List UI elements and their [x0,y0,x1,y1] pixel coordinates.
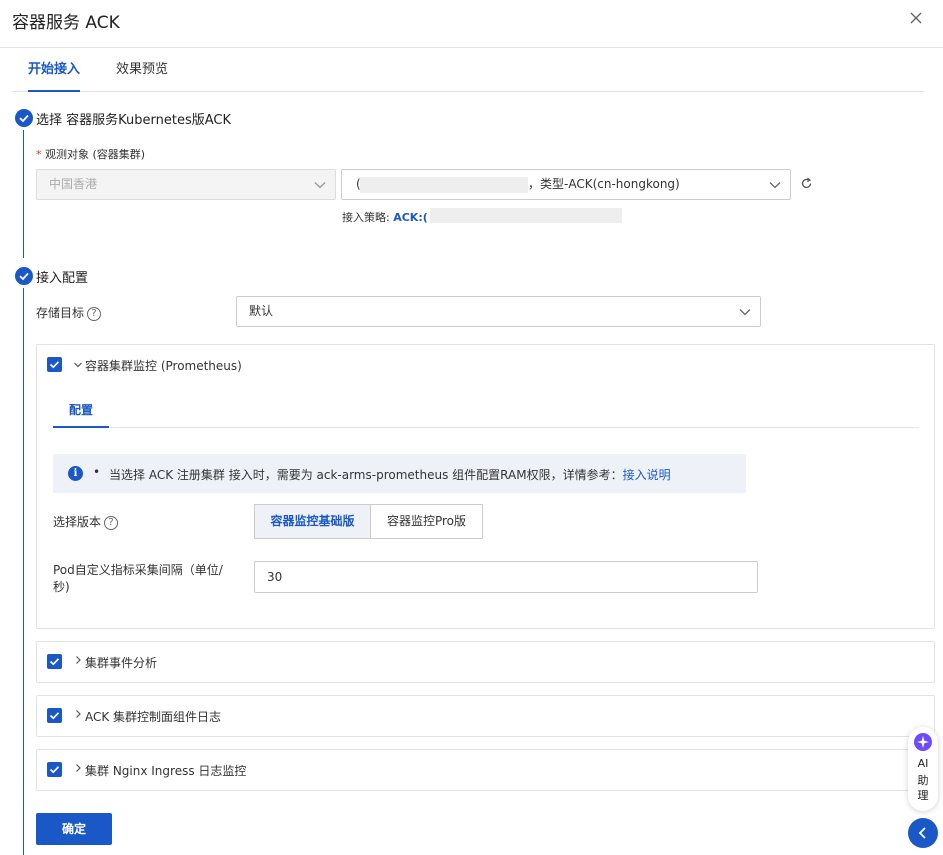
chevron-right-icon[interactable] [73,655,83,665]
dialog-title: 容器服务 ACK [12,13,120,33]
version-label-text: 选择版本 [53,515,102,529]
chevron-down-icon [739,309,751,316]
notice-body: 当选择 ACK 注册集群 接入时，需要为 ack-arms-prometheus… [109,468,623,482]
cluster-field-label-text: 观测对象 (容器集群) [45,148,146,161]
ai-label-line3: 理 [917,789,929,802]
policy-label: 接入策略: [342,211,390,224]
collapse-panel-button[interactable] [908,818,938,848]
ram-notice: i • 当选择 ACK 注册集群 接入时，需要为 ack-arms-promet… [53,454,746,493]
required-mark: * [36,148,42,161]
help-icon[interactable]: ? [87,306,102,321]
policy-link[interactable]: ACK:( [393,211,428,224]
event-analysis-checkbox[interactable] [47,654,62,669]
region-select-value: 中国香港 [49,177,98,191]
storage-target-label-text: 存储目标 [36,306,85,320]
chevron-down-icon[interactable] [73,360,83,370]
tab-start-access[interactable]: 开始接入 [28,48,81,92]
help-icon[interactable]: ? [104,515,119,530]
tab-bar: 开始接入 效果预览 [12,48,924,92]
ai-assistant-icon [914,733,932,751]
ai-assistant-widget[interactable]: AI 助 理 [908,727,938,811]
interval-label-line2: 秒) [53,580,70,594]
interval-input[interactable]: 30 [254,561,758,593]
step-2-check-icon [15,267,33,285]
prometheus-inner-tabs: 配置 [53,392,919,428]
chevron-right-icon[interactable] [73,709,83,719]
chevron-right-icon[interactable] [73,763,83,773]
notice-text: 当选择 ACK 注册集群 接入时，需要为 ack-arms-prometheus… [109,466,671,483]
tab-config[interactable]: 配置 [53,392,109,428]
nginx-ingress-checkbox[interactable] [47,762,62,777]
section-event-analysis [36,641,935,683]
prometheus-checkbox[interactable] [47,357,62,372]
tab-preview[interactable]: 效果预览 [116,48,168,91]
version-basic-option[interactable]: 容器监控基础版 [254,504,371,539]
step-1-connector [23,130,24,258]
storage-target-select[interactable]: 默认 [236,296,761,327]
storage-target-value: 默认 [249,304,274,318]
notice-bullet: • [93,465,101,479]
redacted-cluster-name [360,177,528,193]
interval-label-line1: Pod自定义指标采集间隔（单位/ [53,563,223,577]
close-icon[interactable] [906,8,926,28]
ai-label-line2: 助 [917,774,929,787]
interval-label: Pod自定义指标采集间隔（单位/ 秒) [53,562,223,596]
chevron-left-icon [918,827,926,839]
cluster-field-label: * 观测对象 (容器集群) [36,146,145,162]
step-1-title: 选择 容器服务Kubernetes版ACK [36,113,231,128]
prometheus-title: 容器集群监控 (Prometheus) [85,359,242,373]
refresh-icon[interactable] [800,177,813,190]
confirm-button[interactable]: 确定 [36,813,112,845]
storage-target-label: 存储目标? [36,304,102,321]
ai-label-line1: AI [917,757,929,770]
chevron-down-icon [769,182,781,189]
event-analysis-title: 集群事件分析 [85,656,158,670]
step-2-connector [23,288,24,855]
cluster-select[interactable]: ( ，类型-ACK(cn-hongkong) [341,169,791,200]
control-plane-logs-checkbox[interactable] [47,708,62,723]
chevron-down-icon [314,182,326,189]
step-2-title: 接入配置 [36,271,89,286]
version-pro-option[interactable]: 容器监控Pro版 [370,504,483,539]
access-guide-link[interactable]: 接入说明 [623,468,671,482]
step-1-check-icon [15,109,33,127]
cluster-select-suffix: ，类型-ACK(cn-hongkong) [528,177,680,191]
version-label: 选择版本? [53,513,119,530]
region-select: 中国香港 [36,169,336,200]
access-policy: 接入策略: ACK:( [342,209,428,225]
info-icon: i [68,466,83,481]
control-plane-logs-title: ACK 集群控制面组件日志 [85,710,222,724]
redacted-policy-value [430,208,622,223]
nginx-ingress-title: 集群 Nginx Ingress 日志监控 [85,764,247,778]
